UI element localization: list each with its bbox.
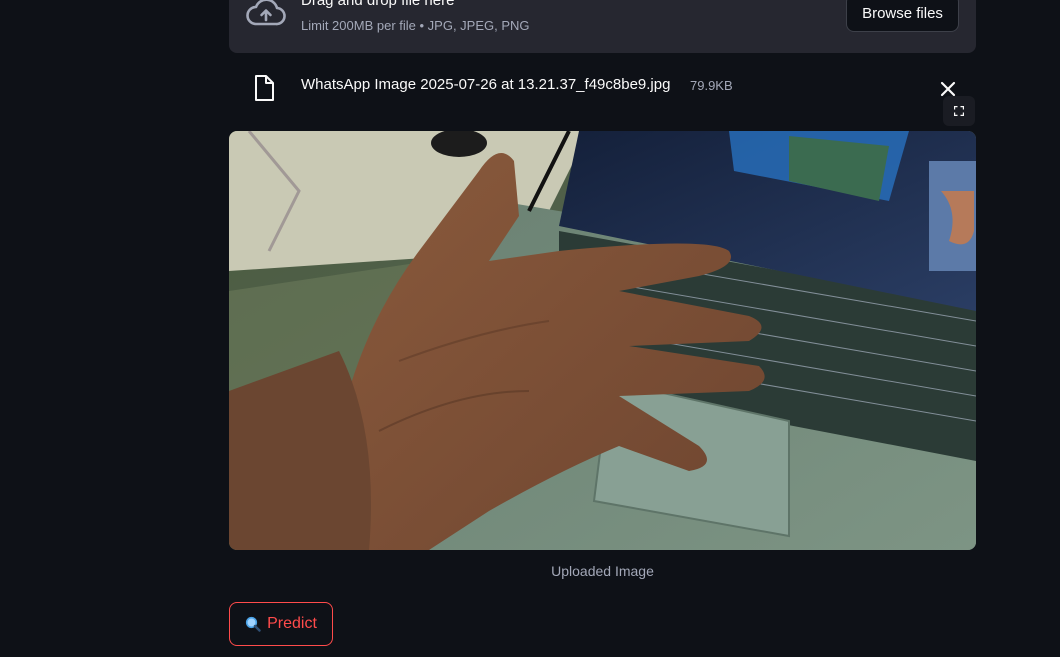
dropzone-title: Drag and drop file here <box>301 0 455 9</box>
predict-label: Predict <box>267 615 317 632</box>
file-dropzone[interactable]: Drag and drop file here Limit 200MB per … <box>229 0 976 53</box>
cloud-upload-icon <box>246 0 286 26</box>
app-main: Drag and drop file here Limit 200MB per … <box>0 0 1060 657</box>
file-name: WhatsApp Image 2025-07-26 at 13.21.37_f4… <box>301 76 671 93</box>
uploaded-file-row: WhatsApp Image 2025-07-26 at 13.21.37_f4… <box>229 66 976 110</box>
predict-button[interactable]: Predict <box>229 602 333 646</box>
file-icon <box>255 75 274 101</box>
fullscreen-button[interactable] <box>943 96 975 126</box>
image-caption: Uploaded Image <box>551 563 654 579</box>
expand-icon <box>954 106 964 116</box>
uploaded-photo <box>229 131 976 550</box>
browse-files-button[interactable]: Browse files <box>846 0 959 32</box>
file-size: 79.9KB <box>690 78 733 93</box>
dropzone-limits: Limit 200MB per file • JPG, JPEG, PNG <box>301 18 530 33</box>
magnifier-icon <box>245 616 261 632</box>
uploaded-image <box>229 131 976 550</box>
